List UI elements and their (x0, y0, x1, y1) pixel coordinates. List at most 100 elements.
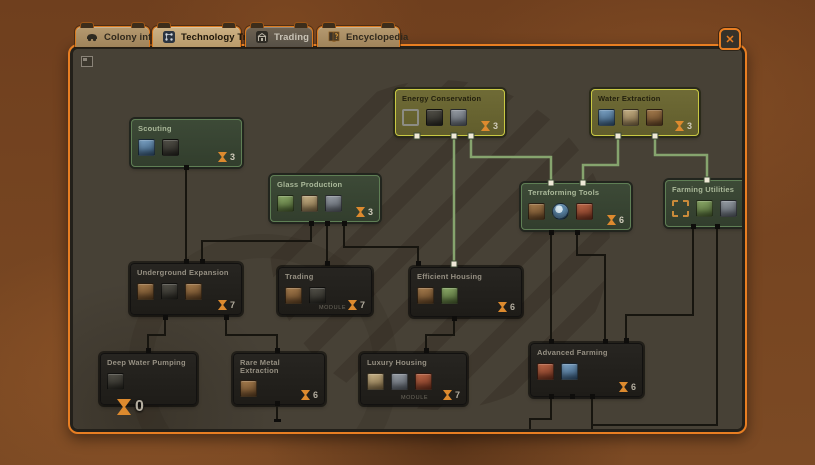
hourglass-cost-icon (498, 302, 507, 312)
field-frame-item-icon (672, 200, 689, 217)
tech-node-terraforming-tools[interactable]: Terraforming Tools 6 (521, 183, 631, 230)
market-building-icon (255, 30, 269, 44)
research-cost: 6 (607, 215, 624, 225)
research-cost: 6 (619, 382, 636, 392)
tab-technology-tree[interactable]: Technology Tree (152, 26, 241, 47)
globe-item-icon (552, 203, 569, 220)
silo-item-icon (720, 200, 737, 217)
research-cost-highlighted: 0 (117, 399, 144, 415)
pipes-item-icon (598, 109, 615, 126)
canister-item-icon (185, 283, 202, 300)
antenna-item-icon (309, 287, 326, 304)
tech-node-title: Glass Production (277, 181, 373, 189)
research-cost: 7 (218, 300, 235, 310)
hourglass-cost-icon (619, 382, 628, 392)
tech-node-glass-production[interactable]: Glass Production 3 (270, 175, 380, 222)
tech-node-scouting[interactable]: Scouting 3 (131, 119, 242, 167)
kiln-item-icon (325, 195, 342, 212)
drill-item-icon (137, 283, 154, 300)
research-cost: 6 (301, 390, 318, 400)
hourglass-cost-icon (348, 300, 357, 310)
research-cost: 6 (498, 302, 515, 312)
mining-rig-item-icon (240, 380, 257, 397)
tech-node-farming-utilities[interactable]: Farming Utilities (665, 180, 742, 227)
generator-item-icon (450, 109, 467, 126)
rover-item-icon (138, 139, 155, 156)
resident-item-icon (415, 373, 432, 390)
research-cost: 3 (218, 152, 235, 162)
hourglass-cost-icon (301, 390, 310, 400)
close-button[interactable]: ✕ (719, 28, 741, 50)
tech-node-energy-conservation[interactable]: Energy Conservation 3 (395, 89, 505, 136)
tech-node-title: Energy Conservation (402, 95, 498, 103)
close-x-icon: ✕ (725, 33, 734, 46)
tech-tree-panel: Scouting 3 Energy Conservation 3 Water E… (68, 44, 747, 434)
tech-node-deep-water-pumping[interactable]: Deep Water Pumping 0 (100, 353, 197, 405)
pump-item-icon (622, 109, 639, 126)
trade-rover-item-icon (285, 287, 302, 304)
deep-pump-item-icon (107, 373, 124, 390)
greenhouse-item-icon (537, 363, 554, 380)
frame-item-icon (402, 109, 419, 126)
tech-node-title: Luxury Housing (367, 359, 460, 367)
tech-node-trading[interactable]: Trading MODULE 7 (278, 267, 372, 315)
module-sublabel: MODULE (319, 305, 346, 311)
luxury-tower-item-icon (367, 373, 384, 390)
tech-grid-icon (162, 30, 176, 44)
window-resize-icon[interactable] (81, 56, 93, 67)
tech-node-water-extraction[interactable]: Water Extraction 3 (591, 89, 699, 136)
tech-tree-canvas[interactable]: Scouting 3 Energy Conservation 3 Water E… (73, 49, 742, 429)
tech-node-title: Water Extraction (598, 95, 692, 103)
tab-label: Colony info (104, 32, 157, 43)
tab-encyclopedia[interactable]: Encyclopedia (317, 26, 400, 47)
research-cost: 7 (348, 300, 365, 310)
module-sublabel: MODULE (401, 395, 428, 401)
glassworks-item-icon (277, 195, 294, 212)
tab-trading[interactable]: Trading (245, 26, 313, 47)
wheel-item-icon (646, 109, 663, 126)
drone-item-icon (162, 139, 179, 156)
furnace-item-icon (301, 195, 318, 212)
hourglass-cost-icon (218, 300, 227, 310)
tech-node-title: Advanced Farming (537, 349, 636, 357)
tech-node-title: Deep Water Pumping (107, 359, 190, 367)
research-cost: 3 (675, 121, 692, 131)
hydroponics-item-icon (561, 363, 578, 380)
tech-node-title: Terraforming Tools (528, 189, 624, 197)
hourglass-cost-icon (356, 207, 365, 217)
hourglass-cost-icon (481, 121, 490, 131)
research-cost: 3 (481, 121, 498, 131)
tech-node-luxury-housing[interactable]: Luxury Housing MODULE 7 (360, 353, 467, 405)
tech-node-rare-metal-extraction[interactable]: Rare Metal Extraction 6 (233, 353, 325, 405)
tech-node-advanced-farming[interactable]: Advanced Farming 6 (530, 343, 643, 397)
technology-tree-screen: Colony info Technology Tree Trading Ency… (0, 0, 815, 465)
tech-node-title: Scouting (138, 125, 235, 133)
hourglass-cost-icon (218, 152, 227, 162)
tab-label: Encyclopedia (346, 32, 408, 43)
terraformer-item-icon (576, 203, 593, 220)
sign-item-icon (696, 200, 713, 217)
device-item-icon (426, 109, 443, 126)
tech-node-title: Rare Metal Extraction (240, 359, 318, 374)
habitat-item-icon (441, 287, 458, 304)
tab-colony-info[interactable]: Colony info (75, 26, 150, 47)
tab-label: Trading (274, 32, 309, 43)
tool-item-icon (528, 203, 545, 220)
hourglass-cost-icon (117, 399, 131, 415)
hourglass-cost-icon (443, 390, 452, 400)
tech-node-underground-expansion[interactable]: Underground Expansion 7 (130, 263, 242, 315)
tech-node-title: Trading (285, 273, 365, 281)
research-cost: 3 (356, 207, 373, 217)
hourglass-cost-icon (607, 215, 616, 225)
research-cost: 7 (443, 390, 460, 400)
hourglass-cost-icon (675, 121, 684, 131)
apartment-item-icon (391, 373, 408, 390)
excavator-item-icon (161, 283, 178, 300)
book-icon (327, 30, 341, 44)
tech-node-efficient-housing[interactable]: Efficient Housing 6 (410, 267, 522, 317)
tech-node-title: Underground Expansion (137, 269, 235, 277)
tech-node-title: Farming Utilities (672, 186, 742, 194)
tech-node-title: Efficient Housing (417, 273, 515, 281)
dome-item-icon (417, 287, 434, 304)
rover-icon (85, 30, 99, 44)
